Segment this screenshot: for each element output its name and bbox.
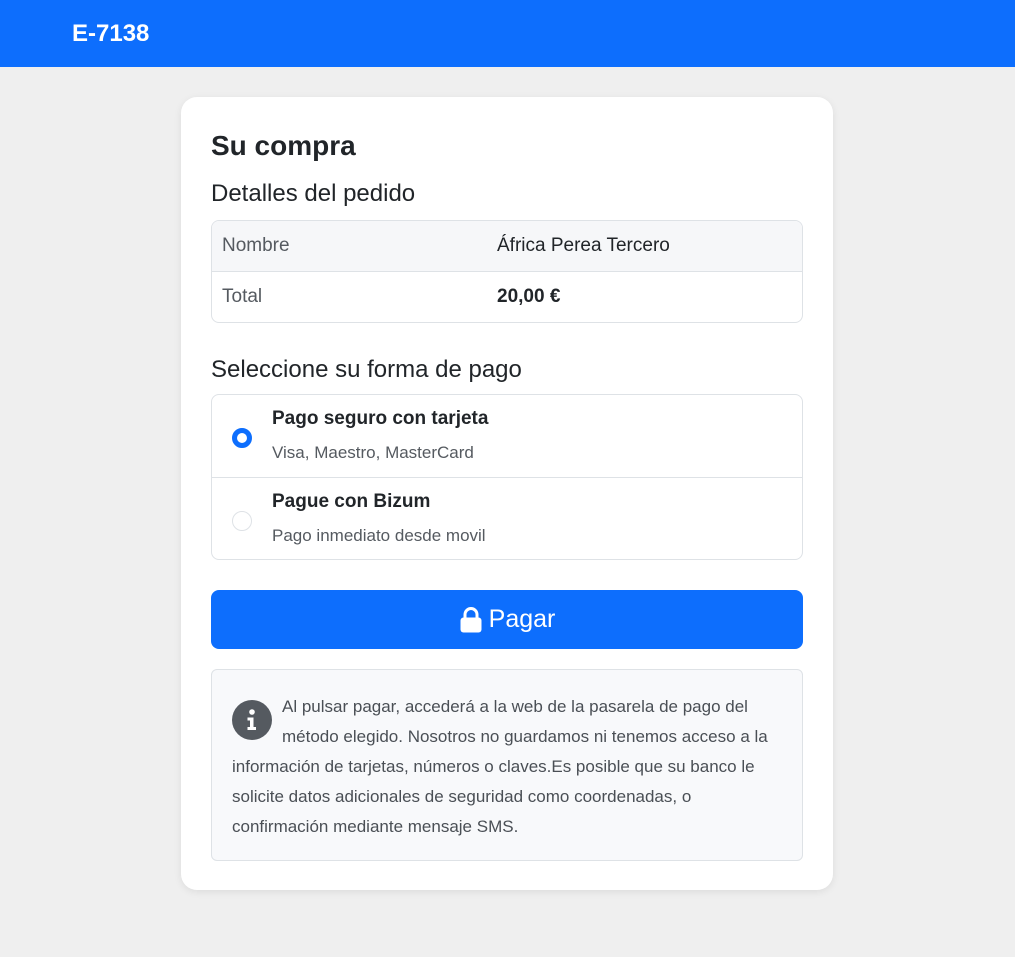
top-navbar: E-7138 [0,0,1015,67]
info-notice: Al pulsar pagar, accederá a la web de la… [211,669,803,861]
info-text: Al pulsar pagar, accederá a la web de la… [232,697,768,836]
info-icon [232,700,272,740]
page-title: Su compra [211,130,356,161]
payment-option-card[interactable]: Pago seguro con tarjeta Visa, Maestro, M… [212,395,802,477]
pay-button[interactable]: Pagar [211,590,803,649]
name-value: África Perea Tercero [497,235,670,256]
payment-options-list: Pago seguro con tarjeta Visa, Maestro, M… [211,394,803,560]
order-details-table: Nombre África Perea Tercero Total 20,00 … [211,220,803,323]
payment-method-title: Seleccione su forma de pago [211,356,522,383]
total-value: 20,00 € [497,286,561,307]
table-row-name: Nombre África Perea Tercero [212,221,802,271]
lock-icon [459,606,483,633]
bizum-radio[interactable] [232,511,252,531]
table-row-total: Total 20,00 € [212,271,802,322]
bizum-option-description: Pago inmediato desde movil [272,526,486,545]
payment-option-bizum[interactable]: Pague con Bizum Pago inmediato desde mov… [212,477,802,559]
brand-logo[interactable]: E-7138 [72,20,149,48]
total-label: Total [222,286,263,307]
bizum-option-name: Pague con Bizum [272,491,431,512]
card-option-name: Pago seguro con tarjeta [272,408,489,429]
order-details-title: Detalles del pedido [211,180,416,207]
purchase-card: Su compra Detalles del pedido Nombre Áfr… [181,97,833,890]
card-radio[interactable] [232,428,252,448]
name-label: Nombre [222,235,290,256]
pay-button-label: Pagar [488,605,556,633]
card-option-description: Visa, Maestro, MasterCard [272,443,474,462]
